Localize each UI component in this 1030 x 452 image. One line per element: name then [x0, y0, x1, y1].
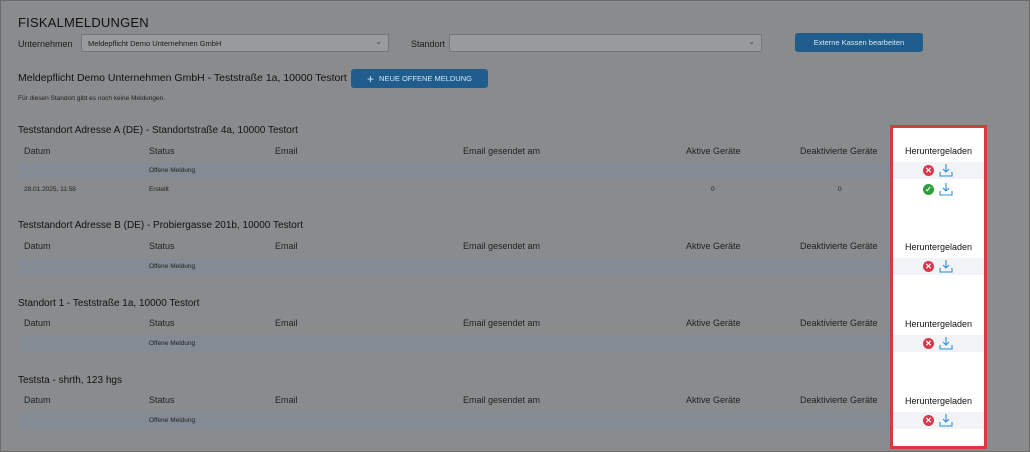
col-email-sent: Email gesendet am	[463, 146, 541, 156]
no-reports-note: Für diesen Standort gibt es noch keine M…	[18, 95, 166, 102]
downloaded-cell: ✓	[893, 181, 984, 198]
col-active: Aktive Geräte	[686, 241, 741, 251]
check-circle-icon: ✓	[923, 184, 934, 195]
col-status: Status	[149, 241, 175, 251]
col-status: Status	[149, 146, 175, 156]
table-row[interactable]: 28.01.2025, 11:58 Erstellt 0 0	[18, 181, 893, 198]
col-date: Datum	[24, 146, 51, 156]
company-heading: Meldepflicht Demo Unternehmen GmbH - Tes…	[18, 72, 347, 84]
cell-status: Offene Meldung	[149, 340, 196, 347]
col-email-sent: Email gesendet am	[463, 241, 541, 251]
col-active: Aktive Geräte	[686, 146, 741, 156]
col-active: Aktive Geräte	[686, 318, 741, 328]
downloaded-cell: ✕	[893, 162, 984, 179]
table-row[interactable]: Offene Meldung	[18, 412, 893, 429]
external-registers-button[interactable]: Externe Kassen bearbeiten	[795, 33, 923, 52]
col-email: Email	[275, 241, 298, 251]
col-downloaded: Heruntergeladen	[904, 242, 973, 252]
col-email: Email	[275, 318, 298, 328]
col-deactivated: Deaktivierte Geräte	[800, 241, 878, 251]
cell-date: 28.01.2025, 11:58	[24, 186, 76, 193]
table-row[interactable]: Offene Meldung	[18, 162, 893, 179]
col-email: Email	[275, 146, 298, 156]
col-email: Email	[275, 395, 298, 405]
table-header: Datum Status Email Email gesendet am Akt…	[18, 143, 893, 161]
table-header: Datum Status Email Email gesendet am Akt…	[18, 392, 893, 410]
page-title: FISKALMELDUNGEN	[18, 15, 149, 30]
downloaded-cell: ✕	[893, 258, 984, 275]
col-date: Datum	[24, 318, 51, 328]
chevron-down-icon: ⌄	[375, 37, 382, 46]
section-title: Standort 1 - Teststraße 1a, 10000 Testor…	[18, 298, 200, 309]
section-title: Teststandort Adresse A (DE) - Standortst…	[18, 125, 298, 136]
table-row[interactable]: Offene Meldung	[18, 258, 893, 275]
location-select[interactable]: ⌄	[449, 34, 762, 52]
downloaded-column-highlight: Heruntergeladen ✕ ✓ Heruntergeladen ✕ He…	[890, 125, 987, 449]
company-label: Unternehmen	[18, 39, 73, 49]
x-circle-icon: ✕	[923, 261, 934, 272]
x-circle-icon: ✕	[923, 338, 934, 349]
plus-icon: +	[367, 71, 375, 86]
cell-status: Offene Meldung	[149, 167, 196, 174]
cell-active: 0	[711, 186, 715, 193]
cell-status: Offene Meldung	[149, 417, 196, 424]
x-circle-icon: ✕	[923, 415, 934, 426]
cell-status: Offene Meldung	[149, 263, 196, 270]
cell-status: Erstellt	[149, 186, 169, 193]
table-row[interactable]: Offene Meldung	[18, 335, 893, 352]
table-header: Datum Status Email Email gesendet am Akt…	[18, 238, 893, 256]
col-email-sent: Email gesendet am	[463, 395, 541, 405]
download-icon[interactable]	[939, 259, 953, 273]
col-downloaded: Heruntergeladen	[904, 396, 973, 406]
company-select[interactable]: Meldepflicht Demo Unternehmen GmbH ⌄	[81, 34, 389, 52]
section-title: Teststa - shrth, 123 hgs	[18, 375, 122, 386]
col-date: Datum	[24, 395, 51, 405]
download-icon[interactable]	[939, 182, 953, 196]
col-status: Status	[149, 395, 175, 405]
col-deactivated: Deaktivierte Geräte	[800, 146, 878, 156]
company-select-value: Meldepflicht Demo Unternehmen GmbH	[88, 39, 222, 48]
download-icon[interactable]	[939, 413, 953, 427]
col-active: Aktive Geräte	[686, 395, 741, 405]
new-report-button[interactable]: + NEUE OFFENE MELDUNG	[351, 69, 488, 88]
col-downloaded: Heruntergeladen	[904, 319, 973, 329]
col-deactivated: Deaktivierte Geräte	[800, 395, 878, 405]
cell-deactivated: 0	[838, 186, 842, 193]
download-icon[interactable]	[939, 336, 953, 350]
section-title: Teststandort Adresse B (DE) - Probiergas…	[18, 220, 303, 231]
col-deactivated: Deaktivierte Geräte	[800, 318, 878, 328]
page: FISKALMELDUNGEN Unternehmen Meldepflicht…	[0, 0, 1030, 452]
col-email-sent: Email gesendet am	[463, 318, 541, 328]
download-icon[interactable]	[939, 163, 953, 177]
col-downloaded: Heruntergeladen	[904, 146, 973, 156]
col-date: Datum	[24, 241, 51, 251]
col-status: Status	[149, 318, 175, 328]
location-label: Standort	[411, 39, 446, 49]
downloaded-cell: ✕	[893, 412, 984, 429]
table-header: Datum Status Email Email gesendet am Akt…	[18, 315, 893, 333]
new-report-button-label: NEUE OFFENE MELDUNG	[379, 74, 472, 83]
chevron-down-icon: ⌄	[748, 37, 755, 46]
downloaded-cell: ✕	[893, 335, 984, 352]
x-circle-icon: ✕	[923, 165, 934, 176]
external-registers-button-label: Externe Kassen bearbeiten	[813, 38, 905, 47]
